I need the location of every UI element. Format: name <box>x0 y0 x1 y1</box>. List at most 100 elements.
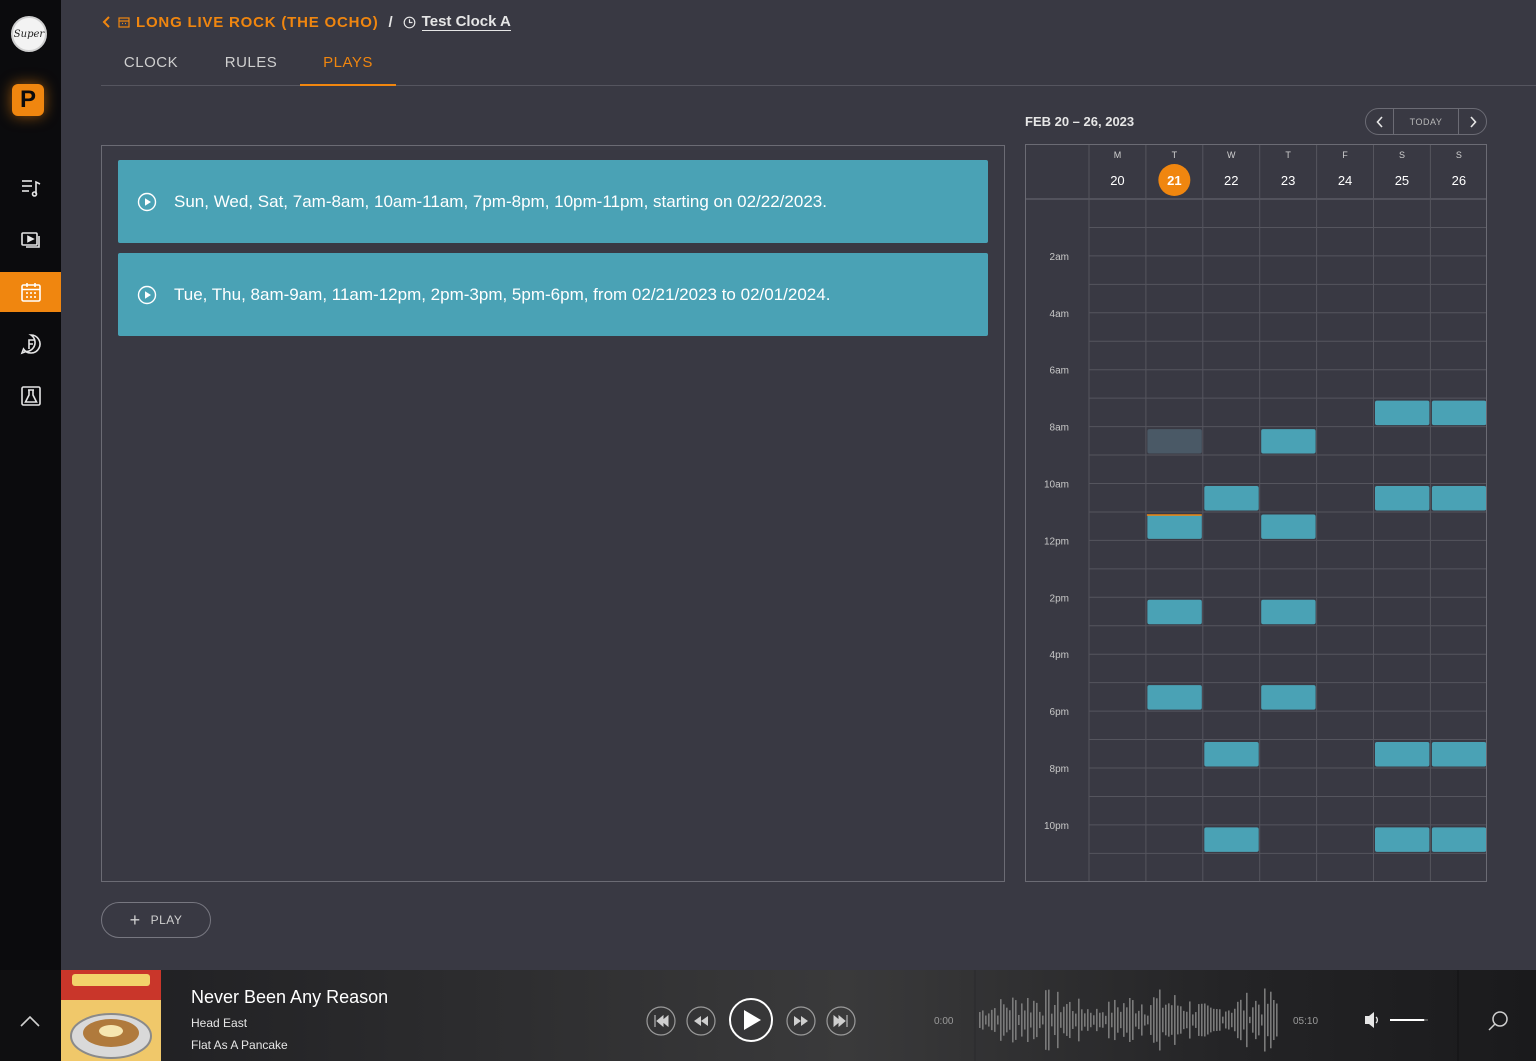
waveform-bar <box>1222 1016 1224 1024</box>
waveform-bar <box>1162 1007 1164 1033</box>
hour-label: 8pm <box>1050 764 1069 775</box>
sidebar-item-media[interactable] <box>0 220 61 260</box>
calendar-event[interactable] <box>1204 486 1259 511</box>
calendar-event[interactable] <box>1204 827 1259 852</box>
day-number[interactable]: 26 <box>1452 173 1466 188</box>
calendar-event[interactable] <box>1431 827 1487 852</box>
waveform-bar <box>1027 997 1029 1043</box>
waveform-bar <box>1156 998 1158 1042</box>
waveform-bar <box>1057 991 1059 1049</box>
waveform-bar <box>1264 988 1266 1052</box>
waveform-bar <box>1210 1007 1212 1033</box>
waveform-bar <box>1102 1012 1104 1028</box>
waveform-bar <box>1063 1006 1065 1034</box>
sidebar-item-calendar[interactable] <box>0 272 61 312</box>
calendar-event[interactable] <box>1375 400 1430 426</box>
calendar-week-title: FEB 20 – 26, 2023 <box>1025 114 1135 129</box>
prev-week-button[interactable] <box>1366 109 1394 134</box>
day-number[interactable]: 22 <box>1224 173 1238 188</box>
sidebar: Super P <box>0 0 61 970</box>
calendar-event[interactable] <box>1375 827 1430 852</box>
waveform-bar <box>1276 1003 1278 1037</box>
waveform-bar <box>1177 1005 1179 1035</box>
calendar-event[interactable] <box>1147 599 1202 625</box>
waveform-bar <box>1087 1009 1089 1031</box>
hour-label: 12pm <box>1044 536 1069 547</box>
waveform-bar <box>1000 999 1002 1041</box>
sidebar-item-playlists[interactable] <box>0 167 61 207</box>
waveform-bar <box>1042 1015 1044 1025</box>
waveform-bar <box>1078 998 1080 1042</box>
day-letter: T <box>1285 150 1291 160</box>
next-week-button[interactable] <box>1458 109 1486 134</box>
tab-rules[interactable]: RULES <box>201 46 301 84</box>
day-number[interactable]: 23 <box>1281 173 1295 188</box>
super-logo[interactable]: Super <box>11 16 47 52</box>
waveform-bar <box>1270 991 1272 1049</box>
waveform-bar <box>1147 1015 1149 1025</box>
hour-label: 6pm <box>1050 707 1069 718</box>
calendar-event[interactable] <box>1375 742 1430 767</box>
chevron-left-icon <box>1375 115 1383 128</box>
sidebar-item-formats[interactable] <box>0 324 61 364</box>
play-rule-card[interactable]: Tue, Thu, 8am-9am, 11am-12pm, 2pm-3pm, 5… <box>118 253 988 336</box>
waveform-bar <box>1207 1005 1209 1035</box>
calendar-event[interactable] <box>1431 742 1487 767</box>
breadcrumb-current[interactable]: Test Clock A <box>403 13 511 31</box>
day-number[interactable]: 25 <box>1395 173 1409 188</box>
waveform-bar <box>1069 1001 1071 1039</box>
waveform-bar <box>1258 1004 1260 1036</box>
waveform-bar <box>1006 1007 1008 1033</box>
calendar-event[interactable] <box>1147 514 1202 539</box>
day-letter: S <box>1399 150 1405 160</box>
calendar-event[interactable] <box>1431 400 1487 426</box>
station-badge[interactable]: P <box>12 84 44 116</box>
tab-clock[interactable]: CLOCK <box>101 46 201 84</box>
waveform-bar <box>1093 1015 1095 1025</box>
waveform-bar <box>1237 1001 1239 1039</box>
waveform-bar <box>982 1010 984 1030</box>
add-play-label: PLAY <box>150 913 183 927</box>
waveform-bar <box>1261 1014 1263 1026</box>
waveform-bar <box>979 1012 981 1028</box>
tab-plays[interactable]: PLAYS <box>300 46 396 86</box>
calendar-event[interactable] <box>1431 486 1487 511</box>
breadcrumb-parent-link[interactable]: LONG LIVE ROCK (THE OCHO) <box>102 14 379 31</box>
waveform-bar <box>1246 992 1248 1048</box>
chevron-left-icon <box>102 16 110 28</box>
waveform-bar <box>1009 1010 1011 1030</box>
waveform-bar <box>1231 1012 1233 1028</box>
calendar-event[interactable] <box>1261 599 1316 625</box>
waveform-bar <box>994 1008 996 1032</box>
hour-label: 4am <box>1050 309 1069 320</box>
waveform-bar <box>1141 1004 1143 1036</box>
waveform-bar <box>1255 1000 1257 1040</box>
waveform-bar <box>1120 1011 1122 1029</box>
hour-label: 10pm <box>1044 821 1069 832</box>
day-number[interactable]: 24 <box>1338 173 1352 188</box>
calendar-event[interactable] <box>1261 685 1316 710</box>
waveform-bar <box>1183 1010 1185 1030</box>
today-button[interactable]: TODAY <box>1394 117 1458 127</box>
calendar-event[interactable] <box>1204 742 1259 767</box>
format-icon <box>20 334 41 355</box>
calendar-event[interactable] <box>1147 429 1202 454</box>
calendar-event[interactable] <box>1375 486 1430 511</box>
play-rule-card[interactable]: Sun, Wed, Sat, 7am-8am, 10am-11am, 7pm-8… <box>118 160 988 243</box>
waveform-bar <box>1201 1003 1203 1037</box>
play-circle-icon[interactable] <box>137 285 157 305</box>
sidebar-item-lab[interactable] <box>0 376 61 416</box>
playlist-icon <box>21 180 40 197</box>
day-number[interactable]: 20 <box>1110 173 1124 188</box>
add-play-button[interactable]: + PLAY <box>101 902 211 938</box>
calendar-small-icon <box>118 17 130 28</box>
calendar-event[interactable] <box>1261 514 1316 539</box>
waveform-bar <box>1228 1010 1230 1030</box>
waveform-bar <box>1249 1016 1251 1024</box>
track-duration: 05:10 <box>1293 1016 1318 1027</box>
day-number[interactable]: 21 <box>1167 173 1181 188</box>
play-circle-icon[interactable] <box>137 192 157 212</box>
calendar-event[interactable] <box>1261 429 1316 454</box>
lab-icon <box>20 386 41 406</box>
calendar-event[interactable] <box>1147 685 1202 710</box>
